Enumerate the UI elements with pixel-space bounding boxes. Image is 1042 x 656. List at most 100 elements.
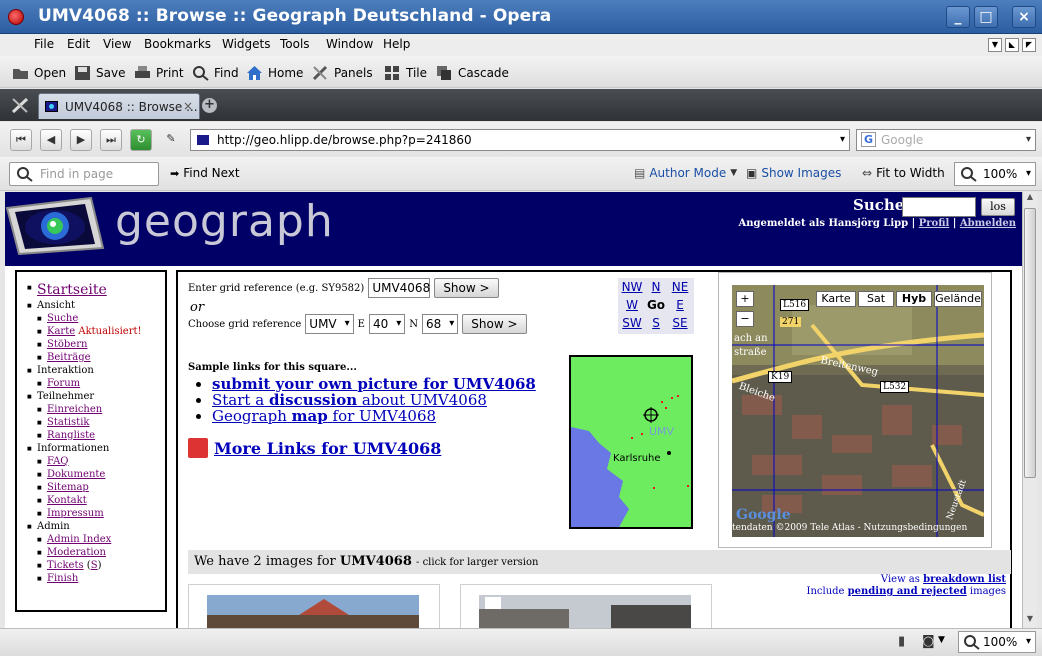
site-search-input[interactable] (902, 197, 976, 217)
show-grid-button[interactable]: Show > (434, 278, 499, 298)
edit-pen-icon[interactable]: ✎ (160, 129, 182, 151)
menu-tools[interactable]: Tools (280, 37, 310, 51)
zoom-in-icon[interactable]: + (736, 291, 754, 307)
save-button[interactable]: Save (74, 64, 125, 82)
nav-kontakt[interactable]: Kontakt (47, 495, 87, 506)
show-choose-button[interactable]: Show > (462, 314, 527, 334)
compass-ne[interactable]: NE (668, 280, 692, 294)
forward-button[interactable]: ▶ (70, 129, 92, 151)
author-mode-button[interactable]: ▤ Author Mode ▼ (634, 166, 737, 180)
site-search-button[interactable]: los (981, 198, 1015, 216)
nav-beitraege[interactable]: Beiträge (47, 352, 91, 363)
zoom-select[interactable]: 100% ▾ (954, 162, 1036, 186)
breakdown-list-link[interactable]: breakdown list (923, 574, 1006, 585)
reload-button[interactable]: ↻ (130, 129, 152, 151)
menu-window[interactable]: Window (326, 37, 373, 51)
nav-moderation[interactable]: Moderation (47, 547, 106, 558)
menu-widgets[interactable]: Widgets (222, 37, 271, 51)
menu-edit[interactable]: Edit (67, 37, 90, 51)
nav-sitemap[interactable]: Sitemap (47, 482, 89, 493)
scrollbar-thumb[interactable] (1024, 208, 1036, 478)
zoom-out-icon[interactable]: − (736, 311, 754, 327)
open-button[interactable]: Open (12, 64, 66, 82)
compass-se[interactable]: SE (668, 316, 692, 330)
back-button[interactable]: ◀ (40, 129, 62, 151)
minimize-button[interactable]: _ (946, 6, 970, 28)
compass-n[interactable]: N (644, 280, 668, 294)
overview-minimap[interactable]: UMV Karlsruhe (569, 355, 693, 529)
nav-tickets-s[interactable]: S (91, 560, 98, 571)
map-type-hyb[interactable]: Hyb (896, 291, 932, 307)
tab-active[interactable]: UMV4068 :: Browse ... × (38, 93, 200, 119)
grid-ref-input[interactable]: UMV4068 (368, 278, 431, 298)
mdi-minimize-icon[interactable]: ▼ (988, 38, 1002, 52)
profile-link[interactable]: Profil (919, 218, 950, 229)
nav-admin-index[interactable]: Admin Index (47, 534, 111, 545)
compass-e[interactable]: E (668, 298, 692, 312)
more-links-button[interactable]: More Links for UMV4068 (188, 438, 441, 458)
zoom-dropdown-icon[interactable]: ▾ (1026, 632, 1031, 652)
tile-button[interactable]: Tile (384, 64, 427, 82)
logout-link[interactable]: Abmelden (960, 218, 1016, 229)
geograph-eye-logo[interactable] (5, 194, 105, 258)
nav-startseite[interactable]: Startseite (37, 282, 107, 298)
home-button[interactable]: Home (246, 64, 303, 82)
cascade-button[interactable]: Cascade (436, 64, 509, 82)
pending-rejected-link[interactable]: pending and rejected (848, 586, 967, 597)
address-dropdown-icon[interactable]: ▾ (840, 130, 845, 150)
fast-forward-button[interactable]: ⏭ (100, 129, 122, 151)
mdi-close-icon[interactable]: ◤ (1022, 38, 1036, 52)
nav-stoebern[interactable]: Stöbern (47, 339, 87, 350)
tools-menu-icon[interactable] (10, 97, 30, 115)
print-button[interactable]: Print (134, 64, 184, 82)
nav-impressum[interactable]: Impressum (47, 508, 104, 519)
zoom-dropdown-icon[interactable]: ▾ (1026, 163, 1031, 185)
maximize-button[interactable]: □ (974, 6, 998, 28)
scroll-up-icon[interactable]: ▲ (1024, 192, 1036, 206)
find-button[interactable]: Find (192, 64, 239, 82)
google-logo[interactable]: Google (736, 507, 791, 523)
compass-go[interactable]: Go (644, 298, 668, 312)
search-engine-field[interactable]: G Google ▾ (856, 129, 1036, 151)
map-type-gelaende[interactable]: Gelände (934, 291, 982, 307)
close-button[interactable]: × (1012, 6, 1036, 28)
nav-einreichen[interactable]: Einreichen (47, 404, 102, 415)
image-thumbnail[interactable] (460, 584, 712, 628)
nav-rangliste[interactable]: Rangliste (47, 430, 95, 441)
tab-close-icon[interactable]: × (183, 99, 193, 113)
search-dropdown-icon[interactable]: ▾ (1026, 130, 1031, 150)
nav-statistik[interactable]: Statistik (47, 417, 89, 428)
northing-select[interactable]: 68 (422, 314, 459, 334)
compass-nw[interactable]: NW (620, 280, 644, 294)
nav-dokumente[interactable]: Dokumente (47, 469, 105, 480)
compass-s[interactable]: S (644, 316, 668, 330)
nav-forum[interactable]: Forum (47, 378, 80, 389)
nav-finish[interactable]: Finish (47, 573, 78, 584)
geograph-wordmark[interactable]: geograph (115, 196, 334, 247)
show-images-button[interactable]: ▣ Show Images (746, 166, 841, 180)
chevron-down-icon[interactable]: ▼ (938, 635, 945, 645)
status-zoom-select[interactable]: 100% ▾ (958, 631, 1036, 653)
satellite-map[interactable]: + − Karte Sat Hyb Gelände L516 271 K19 L… (732, 285, 984, 537)
nav-karte[interactable]: Karte (47, 326, 75, 337)
map-type-sat[interactable]: Sat (858, 291, 894, 307)
menu-view[interactable]: View (103, 37, 131, 51)
page-scrollbar[interactable]: ▲ ▼ (1022, 192, 1037, 628)
menu-file[interactable]: File (34, 37, 54, 51)
menu-bookmarks[interactable]: Bookmarks (144, 37, 211, 51)
rewind-button[interactable]: ⏮ (10, 129, 32, 151)
mdi-restore-icon[interactable]: ◣ (1005, 38, 1019, 52)
panel-toggle-icon[interactable]: ▮ (898, 634, 905, 649)
geograph-map-link[interactable]: Geograph map for UMV4068 (212, 407, 436, 425)
address-field[interactable]: http://geo.hlipp.de/browse.php?p=241860 … (190, 129, 1022, 151)
image-thumbnail[interactable] (188, 584, 440, 628)
square-select[interactable]: UMV (305, 314, 354, 334)
panels-button[interactable]: Panels (312, 64, 373, 82)
nav-suche[interactable]: Suche (47, 313, 78, 324)
find-next-button[interactable]: ➡ Find Next (170, 166, 240, 180)
nav-tickets[interactable]: Tickets (47, 560, 84, 571)
compass-w[interactable]: W (620, 298, 644, 312)
fit-to-width-button[interactable]: ⇔ Fit to Width (862, 166, 945, 180)
compass-sw[interactable]: SW (620, 316, 644, 330)
new-tab-icon[interactable]: + (202, 98, 217, 113)
